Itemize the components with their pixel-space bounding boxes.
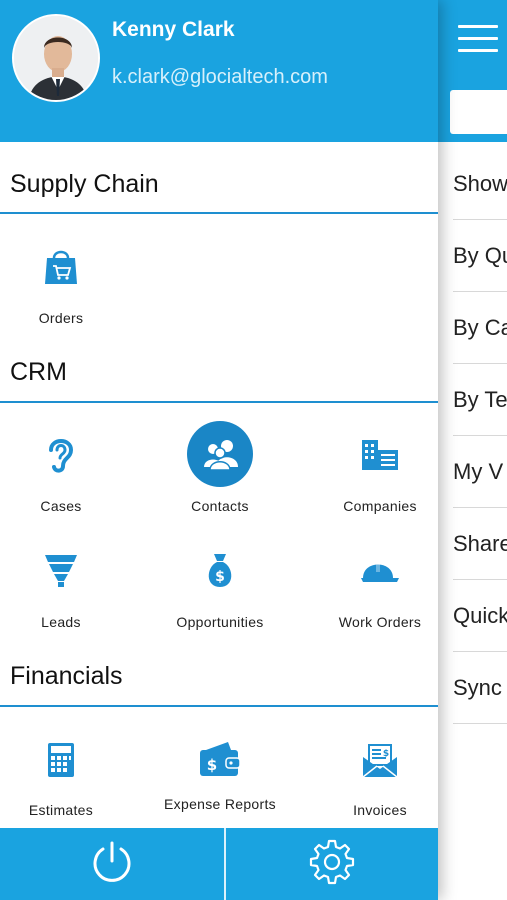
list-item[interactable]: By Ca: [453, 292, 507, 364]
tile-label: Invoices: [353, 802, 407, 818]
tile-label: Work Orders: [338, 614, 422, 630]
wallet-icon: $: [190, 730, 250, 790]
section-title-financials: Financials: [10, 662, 123, 690]
tile-opportunities[interactable]: $ Opportunities: [160, 540, 280, 640]
tile-work-orders[interactable]: Work Orders: [320, 540, 438, 640]
tile-expense-reports[interactable]: $ Expense Reports: [160, 730, 280, 830]
svg-text:$: $: [383, 749, 389, 759]
settings-button[interactable]: [226, 828, 438, 900]
profile-header: Kenny Clark k.clark@glocialtech.com: [0, 0, 438, 142]
ear-icon: [31, 424, 91, 484]
user-email: k.clark@glocialtech.com: [112, 66, 328, 88]
background-list-panel: Show By Qu By Ca By Te My V Share Quick …: [438, 0, 507, 900]
invoice-envelope-icon: $: [350, 730, 410, 790]
tile-label: Estimates: [28, 802, 94, 818]
background-header: [438, 0, 507, 142]
tile-orders[interactable]: Orders: [1, 236, 121, 336]
section-title-supply-chain: Supply Chain: [10, 170, 159, 198]
tile-estimates[interactable]: Estimates: [1, 730, 121, 830]
tile-companies[interactable]: Companies: [320, 424, 438, 524]
tile-label: Contacts: [191, 498, 249, 514]
power-icon: [89, 839, 135, 890]
calculator-icon: [31, 730, 91, 790]
section-divider: [0, 401, 438, 403]
tile-label: Expense Reports: [164, 796, 276, 812]
user-name: Kenny Clark: [112, 18, 235, 41]
list-item[interactable]: Share: [453, 508, 507, 580]
tile-label: Leads: [41, 614, 81, 630]
funnel-icon: [31, 540, 91, 600]
list-item[interactable]: Show: [453, 148, 507, 220]
bottom-action-bar: [0, 828, 438, 900]
shopping-bag-icon: [31, 236, 91, 296]
tile-cases[interactable]: Cases: [1, 424, 121, 524]
logout-button[interactable]: [0, 828, 224, 900]
buildings-icon: [350, 424, 410, 484]
section-divider: [0, 212, 438, 214]
tile-leads[interactable]: Leads: [1, 540, 121, 640]
list-item[interactable]: By Te: [453, 364, 507, 436]
list-item[interactable]: Sync: [453, 652, 507, 724]
list-item[interactable]: Quick: [453, 580, 507, 652]
tile-label: Orders: [38, 310, 84, 326]
list-item[interactable]: By Qu: [453, 220, 507, 292]
hard-hat-icon: [350, 540, 410, 600]
people-icon: [187, 421, 253, 487]
section-divider: [0, 705, 438, 707]
section-title-crm: CRM: [10, 358, 67, 386]
tile-label: Opportunities: [176, 614, 264, 630]
list-item[interactable]: My V: [453, 436, 507, 508]
tile-contacts[interactable]: Contacts: [160, 421, 280, 524]
hamburger-menu-icon[interactable]: [458, 25, 498, 55]
gear-icon: [308, 838, 356, 891]
svg-text:$: $: [215, 569, 225, 585]
search-input[interactable]: [450, 90, 507, 134]
avatar[interactable]: [12, 14, 100, 102]
tile-label: Companies: [343, 498, 417, 514]
navigation-drawer: Kenny Clark k.clark@glocialtech.com Supp…: [0, 0, 438, 900]
tile-label: Cases: [40, 498, 82, 514]
money-bag-icon: $: [190, 540, 250, 600]
svg-text:$: $: [207, 756, 217, 774]
tile-invoices[interactable]: $ Invoices: [320, 730, 438, 830]
